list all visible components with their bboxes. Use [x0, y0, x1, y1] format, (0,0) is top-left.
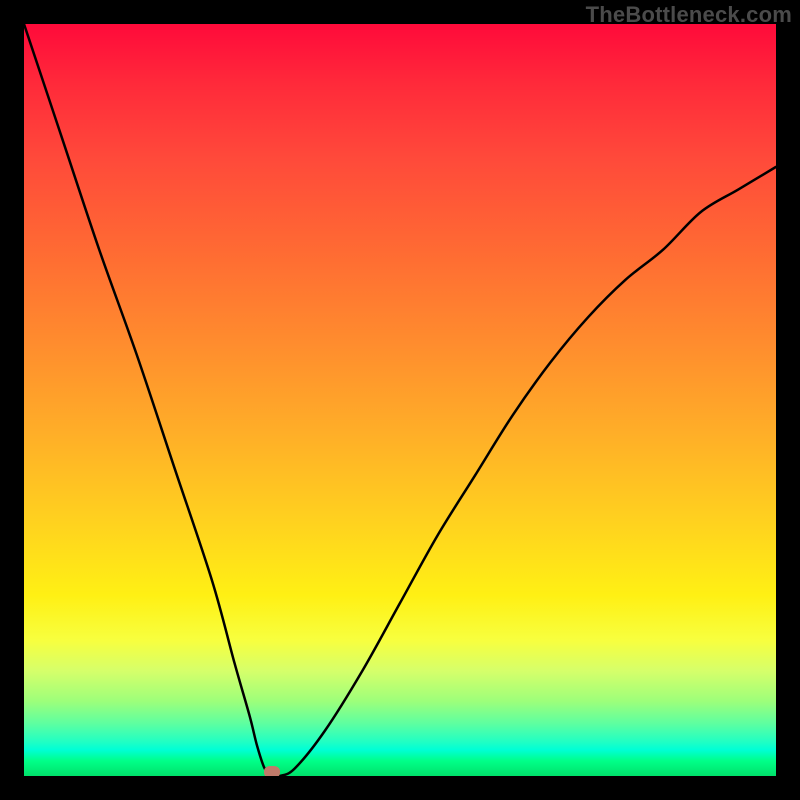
bottleneck-curve [24, 24, 776, 776]
chart-frame: TheBottleneck.com [0, 0, 800, 800]
plot-area [24, 24, 776, 776]
minimum-marker [264, 766, 280, 776]
watermark-text: TheBottleneck.com [586, 2, 792, 28]
